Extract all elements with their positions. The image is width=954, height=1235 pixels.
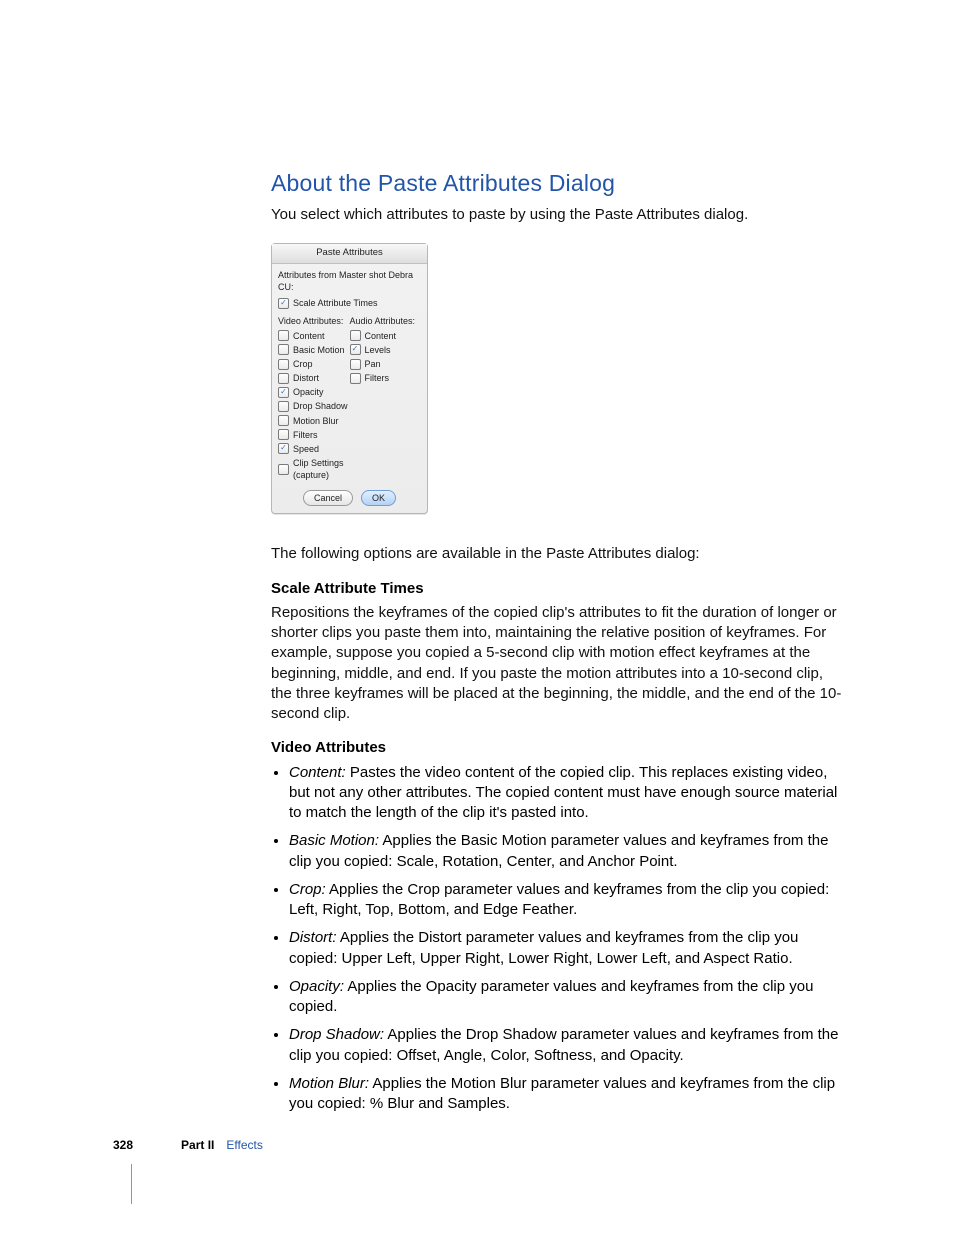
bullet-desc: Applies the Distort parameter values and… <box>289 929 798 966</box>
list-item: Crop: Applies the Crop parameter values … <box>289 880 844 921</box>
bullet-term: Content: <box>289 764 346 781</box>
checkbox-opacity[interactable]: ✓ Opacity <box>278 385 350 399</box>
checkbox-label: Levels <box>365 344 391 356</box>
bullet-term: Crop: <box>289 881 326 898</box>
checkbox-crop[interactable]: Crop <box>278 357 350 371</box>
checkbox-icon <box>278 359 289 370</box>
checkbox-icon: ✓ <box>278 443 289 454</box>
checkbox-content[interactable]: Content <box>278 329 350 343</box>
checkbox-label: Speed <box>293 443 319 455</box>
bullet-desc: Applies the Crop parameter values and ke… <box>289 881 829 918</box>
checkbox-motion-blur[interactable]: Motion Blur <box>278 414 350 428</box>
video-attributes-header: Video Attributes: <box>278 315 350 327</box>
ok-button[interactable]: OK <box>361 490 396 506</box>
bullet-term: Distort: <box>289 929 337 946</box>
checkbox-label: Motion Blur <box>293 415 339 427</box>
checkbox-label: Opacity <box>293 386 324 398</box>
checkbox-speed[interactable]: ✓ Speed <box>278 442 350 456</box>
list-item: Content: Pastes the video content of the… <box>289 763 844 824</box>
list-item: Drop Shadow: Applies the Drop Shadow par… <box>289 1025 844 1066</box>
video-attributes-list: Content: Pastes the video content of the… <box>271 763 844 1115</box>
checkbox-label: Distort <box>293 372 319 384</box>
checkbox-clip-settings-capture-[interactable]: Clip Settings (capture) <box>278 456 350 482</box>
checkbox-icon <box>350 359 361 370</box>
checkbox-icon: ✓ <box>278 298 289 309</box>
bullet-term: Basic Motion: <box>289 832 379 849</box>
checkbox-icon <box>350 373 361 384</box>
checkbox-label: Content <box>293 330 325 342</box>
checkbox-filters[interactable]: Filters <box>278 428 350 442</box>
dialog-subtitle: Attributes from Master shot Debra CU: <box>278 269 421 293</box>
dialog-title: Paste Attributes <box>272 244 427 264</box>
checkbox-label: Content <box>365 330 397 342</box>
part-label: Part II <box>181 1137 214 1153</box>
bullet-term: Drop Shadow: <box>289 1026 384 1043</box>
checkbox-icon <box>278 401 289 412</box>
list-item: Basic Motion: Applies the Basic Motion p… <box>289 831 844 872</box>
footer-rule <box>131 1164 132 1204</box>
checkbox-icon <box>278 330 289 341</box>
bullet-desc: Applies the Motion Blur parameter values… <box>289 1075 835 1112</box>
page-number: 328 <box>113 1137 133 1153</box>
scale-attribute-times-checkbox[interactable]: ✓ Scale Attribute Times <box>278 296 421 310</box>
checkbox-label: Drop Shadow <box>293 400 348 412</box>
checkbox-icon <box>278 344 289 355</box>
list-item: Motion Blur: Applies the Motion Blur par… <box>289 1074 844 1115</box>
checkbox-label: Scale Attribute Times <box>293 297 378 309</box>
checkbox-label: Crop <box>293 358 313 370</box>
scale-term: Scale Attribute Times <box>271 579 844 599</box>
video-attributes-term: Video Attributes <box>271 738 844 758</box>
page-heading: About the Paste Attributes Dialog <box>271 168 844 199</box>
checkbox-icon <box>350 330 361 341</box>
checkbox-icon <box>278 464 289 475</box>
paste-attributes-dialog: Paste Attributes Attributes from Master … <box>271 243 428 514</box>
checkbox-distort[interactable]: Distort <box>278 371 350 385</box>
checkbox-icon <box>278 373 289 384</box>
checkbox-levels[interactable]: ✓ Levels <box>350 343 422 357</box>
checkbox-filters[interactable]: Filters <box>350 371 422 385</box>
bullet-term: Motion Blur: <box>289 1075 369 1092</box>
checkbox-label: Filters <box>293 429 318 441</box>
checkbox-icon: ✓ <box>278 387 289 398</box>
checkbox-icon: ✓ <box>350 344 361 355</box>
checkbox-content[interactable]: Content <box>350 329 422 343</box>
bullet-desc: Pastes the video content of the copied c… <box>289 764 837 822</box>
page-footer: 328 Part II Effects <box>113 1137 263 1153</box>
checkbox-label: Basic Motion <box>293 344 345 356</box>
checkbox-label: Filters <box>365 372 390 384</box>
checkbox-icon <box>278 415 289 426</box>
bullet-term: Opacity: <box>289 978 344 995</box>
list-item: Distort: Applies the Distort parameter v… <box>289 928 844 969</box>
checkbox-label: Pan <box>365 358 381 370</box>
audio-attributes-header: Audio Attributes: <box>350 315 422 327</box>
checkbox-label: Clip Settings (capture) <box>293 457 350 481</box>
followup-text: The following options are available in t… <box>271 544 844 564</box>
checkbox-pan[interactable]: Pan <box>350 357 422 371</box>
list-item: Opacity: Applies the Opacity parameter v… <box>289 977 844 1018</box>
checkbox-icon <box>278 429 289 440</box>
bullet-desc: Applies the Opacity parameter values and… <box>289 978 813 1015</box>
checkbox-basic-motion[interactable]: Basic Motion <box>278 343 350 357</box>
section-label: Effects <box>226 1137 262 1153</box>
checkbox-drop-shadow[interactable]: Drop Shadow <box>278 399 350 413</box>
intro-text: You select which attributes to paste by … <box>271 205 844 225</box>
cancel-button[interactable]: Cancel <box>303 490 353 506</box>
scale-description: Repositions the keyframes of the copied … <box>271 603 844 725</box>
